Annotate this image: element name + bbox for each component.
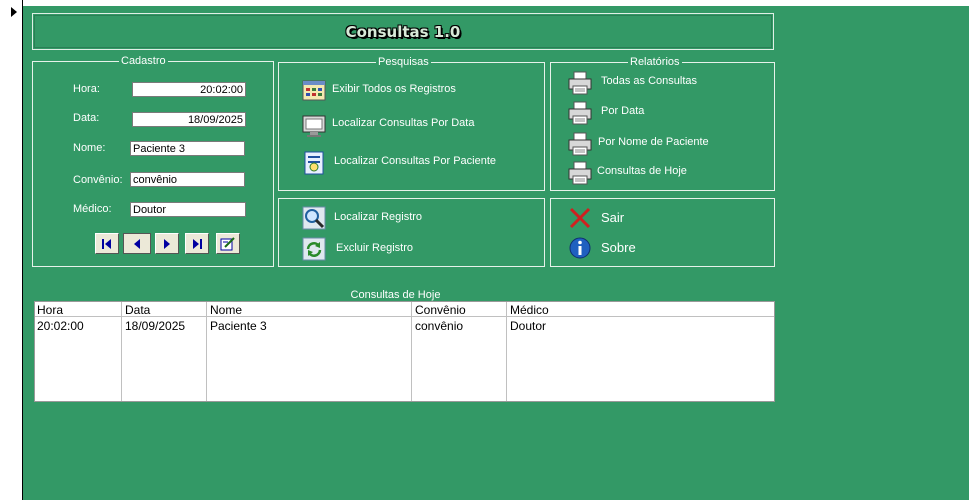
localizar-registro-link[interactable]: Localizar Registro <box>334 211 422 223</box>
printer-icon[interactable] <box>568 101 592 125</box>
sair-button[interactable]: Sair <box>601 210 624 225</box>
data-label: Data: <box>73 112 100 124</box>
table-grid-icon[interactable] <box>302 78 326 102</box>
column-header-hora[interactable]: Hora <box>37 303 63 317</box>
first-record-button[interactable] <box>95 233 119 254</box>
excluir-registro-link[interactable]: Excluir Registro <box>336 242 413 254</box>
cadastro-legend: Cadastro <box>119 55 168 67</box>
printer-icon[interactable] <box>568 161 592 185</box>
new-record-button[interactable] <box>216 233 240 254</box>
sobre-button[interactable]: Sobre <box>601 240 636 255</box>
close-icon[interactable] <box>568 206 592 230</box>
column-header-nome[interactable]: Nome <box>210 303 242 317</box>
printer-icon[interactable] <box>568 71 592 95</box>
current-record-arrow-icon <box>11 7 17 17</box>
table-row-hora[interactable]: 20:02:00 <box>37 319 84 333</box>
table-row-data[interactable]: 18/09/2025 <box>125 319 185 333</box>
column-header-data[interactable]: Data <box>125 303 150 317</box>
form-search-icon[interactable] <box>302 151 326 175</box>
data-field[interactable]: 18/09/2025 <box>132 112 246 127</box>
nome-label: Nome: <box>73 142 106 154</box>
first-record-icon <box>102 239 111 249</box>
printer-icon[interactable] <box>568 132 592 156</box>
title-bar: Consultas 1.0 <box>32 13 774 50</box>
info-icon[interactable] <box>568 236 592 260</box>
column-header-convenio[interactable]: Convênio <box>415 303 466 317</box>
table-row-convenio[interactable]: convênio <box>415 319 463 333</box>
todas-consultas-report-link[interactable]: Todas as Consultas <box>601 75 697 87</box>
monitor-icon[interactable] <box>302 114 326 138</box>
next-record-button[interactable] <box>155 233 179 254</box>
medico-field[interactable]: Doutor <box>130 202 246 217</box>
last-record-button[interactable] <box>185 233 209 254</box>
consultas-form: Consultas 1.0 Cadastro Hora: 20:02:00 Da… <box>23 6 969 500</box>
hora-label: Hora: <box>73 83 100 95</box>
exibir-todos-link[interactable]: Exibir Todos os Registros <box>332 83 456 95</box>
por-data-report-link[interactable]: Por Data <box>601 105 644 117</box>
previous-record-icon <box>134 239 140 249</box>
consultas-hoje-report-link[interactable]: Consultas de Hoje <box>597 165 687 177</box>
convenio-field[interactable]: convênio <box>130 172 245 187</box>
table-row-nome[interactable]: Paciente 3 <box>210 319 267 333</box>
refresh-doc-icon[interactable] <box>302 237 326 261</box>
pesquisas-legend: Pesquisas <box>376 56 431 68</box>
last-record-icon <box>193 239 202 249</box>
edit-record-icon <box>220 237 235 251</box>
today-consultations-table[interactable]: Hora Data Nome Convênio Médico 20:02:00 … <box>34 301 775 402</box>
nome-field[interactable]: Paciente 3 <box>130 141 245 156</box>
column-header-medico[interactable]: Médico <box>510 303 549 317</box>
hora-field[interactable]: 20:02:00 <box>132 82 246 97</box>
today-grid-caption: Consultas de Hoje <box>350 289 441 301</box>
localizar-por-paciente-link[interactable]: Localizar Consultas Por Paciente <box>334 155 496 167</box>
medico-label: Médico: <box>73 203 112 215</box>
convenio-label: Convênio: <box>73 174 123 186</box>
form-title: Consultas 1.0 <box>345 23 461 41</box>
relatorios-legend: Relatórios <box>628 56 682 68</box>
next-record-icon <box>164 239 170 249</box>
previous-record-button[interactable] <box>123 233 151 254</box>
table-row-medico[interactable]: Doutor <box>510 319 546 333</box>
por-nome-paciente-report-link[interactable]: Por Nome de Paciente <box>598 136 709 148</box>
localizar-por-data-link[interactable]: Localizar Consultas Por Data <box>332 117 474 129</box>
magnifier-icon[interactable] <box>302 206 326 230</box>
record-selector[interactable] <box>0 0 23 500</box>
